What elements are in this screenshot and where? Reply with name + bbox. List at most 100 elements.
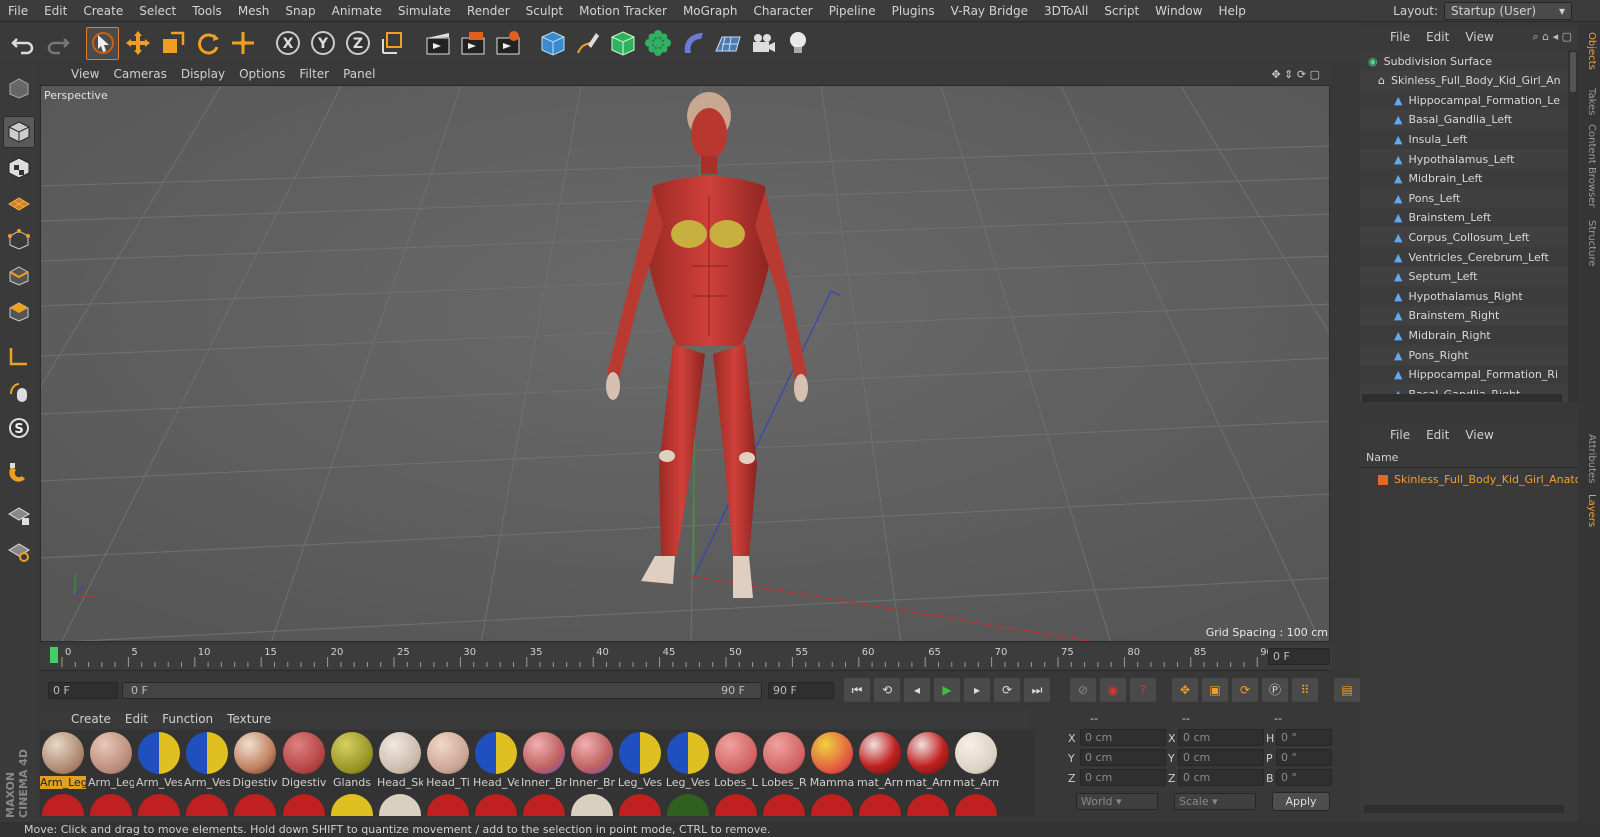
keyframe-link-icon[interactable]: ⊘ [1070,678,1096,702]
menu-window[interactable]: Window [1147,0,1210,22]
menu-mograph[interactable]: MoGraph [675,0,746,22]
material-swatch[interactable]: Digestiv [232,730,278,789]
prev-key-button[interactable]: ⟲ [874,678,900,702]
snap-button[interactable] [3,456,35,488]
move-tool-button[interactable] [121,27,154,60]
material-swatch[interactable]: Inner_Br [569,730,615,789]
material-swatch[interactable]: Lobes_L [713,730,759,789]
material-swatch[interactable]: Lobes_R [761,730,807,789]
object-manager-tools[interactable]: ⌕ ⌂ ◂ ▢ [1532,30,1572,44]
material-preview-sphere[interactable] [42,794,84,816]
material-preview-sphere[interactable] [523,794,565,816]
material-swatch[interactable]: Head_Ve [473,730,519,789]
axis-mode-button[interactable] [3,340,35,372]
coordinate-space-select[interactable]: World ▾ [1076,793,1158,810]
layer-horizontal-scrollbar[interactable] [1364,805,1564,813]
playhead[interactable] [50,647,58,663]
redo-button[interactable] [41,27,74,60]
material-preview-sphere[interactable] [90,794,132,816]
key-param-button[interactable]: Ⓟ [1262,678,1288,702]
floor-button[interactable] [711,27,744,60]
object-tree-item[interactable]: ▲ Septum_Left [1360,266,1568,287]
size-x-field[interactable]: 0 cm [1178,729,1264,746]
material-menu-function[interactable]: Function [155,712,220,726]
coordinate-mode-select[interactable]: Scale ▾ [1174,793,1256,810]
object-tree-item[interactable]: ▲ Insula_Left [1360,129,1568,150]
material-swatch[interactable]: Digestiv [281,730,327,789]
tab-attributes[interactable]: Attributes [1581,434,1597,483]
menu-sculpt[interactable]: Sculpt [518,0,571,22]
material-preview-sphere[interactable] [427,794,469,816]
material-swatch[interactable]: mat_Arm [953,730,999,789]
menu-snap[interactable]: Snap [277,0,323,22]
transform-tool-button[interactable] [226,27,259,60]
scale-tool-button[interactable] [156,27,189,60]
material-preview-sphere[interactable] [715,794,757,816]
solo-mode-button[interactable]: S [3,412,35,444]
z-axis-lock-button[interactable]: Z [341,27,374,60]
object-tree-item[interactable]: ▲ Corpus_Collosum_Left [1360,227,1568,248]
material-preview-sphere[interactable] [619,794,661,816]
render-view-button[interactable] [421,27,454,60]
menu-tools[interactable]: Tools [184,0,230,22]
rot-b-field[interactable]: 0 ° [1276,769,1332,786]
menu-animate[interactable]: Animate [324,0,390,22]
points-mode-button[interactable] [3,224,35,256]
viewport-menu-options[interactable]: Options [232,67,292,81]
material-menu-texture[interactable]: Texture [220,712,278,726]
coordinate-system-button[interactable] [376,27,409,60]
object-tree-item[interactable]: ▲ Hippocampal_Formation_Ri [1360,364,1568,385]
menu-plugins[interactable]: Plugins [884,0,943,22]
key-pla-button[interactable]: ⠿ [1292,678,1318,702]
key-position-button[interactable]: ✥ [1172,678,1198,702]
perspective-viewport[interactable] [40,85,1330,642]
material-preview-sphere[interactable] [571,794,613,816]
viewport-nav-icons[interactable]: ✥ ⇕ ⟳ ▢ [1271,68,1320,81]
layer-menu-view[interactable]: View [1457,428,1501,442]
object-tree-item[interactable]: ▲ Basal_Gandlia_Left [1360,109,1568,130]
object-tree-item[interactable]: ⌂ Skinless_Full_Body_Kid_Girl_An [1360,70,1568,91]
material-preview-sphere[interactable] [811,794,853,816]
menu-help[interactable]: Help [1210,0,1253,22]
timeline-ruler[interactable]: 0 5 10 15 20 25 30 35 40 45 50 55 60 65 70 75 80 85 90 0 F [40,645,1332,669]
viewport-menu-panel[interactable]: Panel [336,67,382,81]
object-tree-item[interactable]: ▲ Brainstem_Right [1360,305,1568,326]
material-swatch[interactable]: Inner_Br [521,730,567,789]
object-menu-edit[interactable]: Edit [1418,30,1457,44]
texture-mode-button[interactable] [3,152,35,184]
viewport-menu-filter[interactable]: Filter [292,67,336,81]
material-swatch[interactable]: Arm_Leg [88,730,134,789]
layer-menu-file[interactable]: File [1382,428,1418,442]
render-picture-viewer-button[interactable] [456,27,489,60]
live-selection-button[interactable] [86,26,119,60]
object-menu-file[interactable]: File [1382,30,1418,44]
undo-button[interactable] [6,27,39,60]
material-swatch[interactable]: Leg_Ves [665,730,711,789]
next-key-button[interactable]: ⟳ [994,678,1020,702]
material-swatch[interactable]: Arm_Leg [40,730,86,789]
material-preview-sphere[interactable] [859,794,901,816]
object-tree-item[interactable]: ▲ Hypothalamus_Right [1360,286,1568,307]
material-preview-sphere[interactable] [907,794,949,816]
material-preview-sphere[interactable] [379,794,421,816]
workplane-mode-button[interactable] [3,188,35,220]
prev-frame-button[interactable]: ◂ [904,678,930,702]
material-preview-sphere[interactable] [186,794,228,816]
workplane-align-button[interactable] [3,536,35,568]
pos-z-field[interactable]: 0 cm [1080,769,1166,786]
object-tree-item[interactable]: ◉ Subdivision Surface [1360,51,1568,71]
viewport-menu-view[interactable]: View [64,67,106,81]
make-editable-button[interactable] [3,72,35,104]
material-swatch[interactable]: Arm_Ves [136,730,182,789]
light-button[interactable] [781,27,814,60]
material-swatch[interactable]: Head_Sk [377,730,423,789]
timeline-window-button[interactable]: ▤ [1334,678,1360,702]
key-rotation-button[interactable]: ⟳ [1232,678,1258,702]
camera-button[interactable] [746,27,779,60]
menu-pipeline[interactable]: Pipeline [821,0,884,22]
object-tree-item[interactable]: ▲ Hypothalamus_Left [1360,149,1568,169]
material-preview-sphere[interactable] [763,794,805,816]
material-swatch[interactable]: mat_Arm [905,730,951,789]
frame-range-slider[interactable]: 0 F 90 F [122,682,762,699]
subdivision-surface-button[interactable] [606,27,639,60]
